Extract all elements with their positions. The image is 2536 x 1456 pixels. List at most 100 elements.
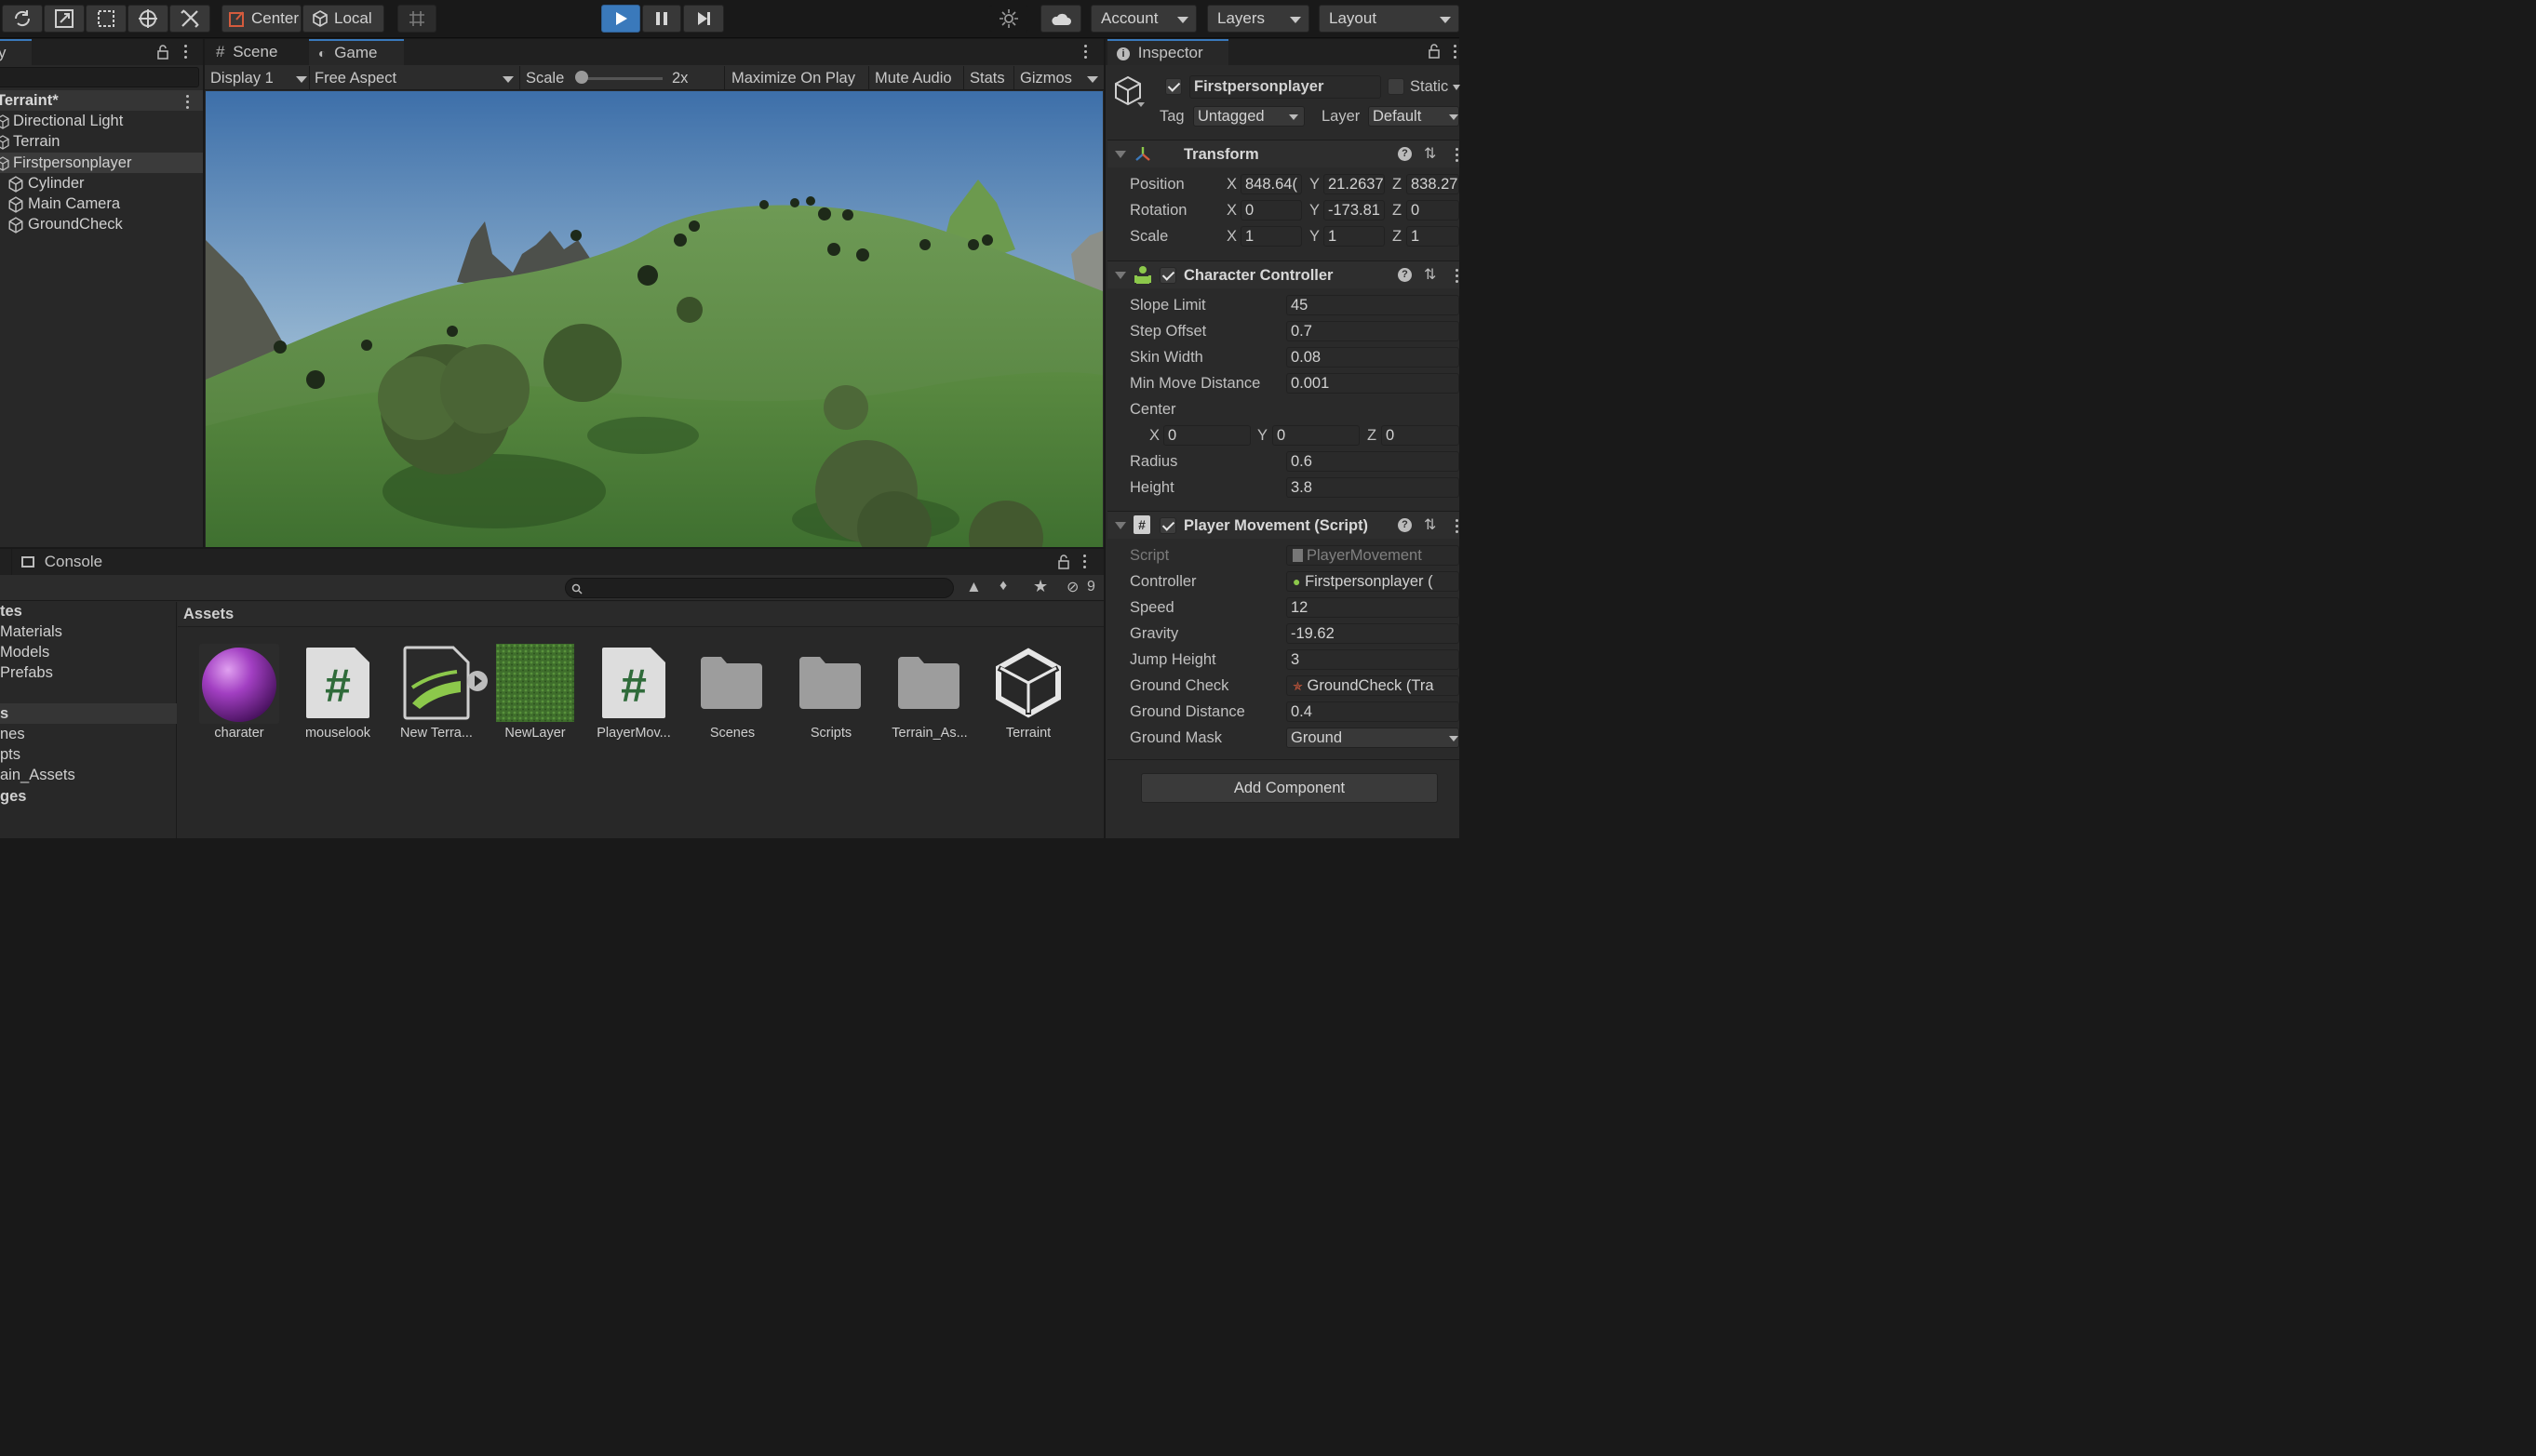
scale-slider-track[interactable] bbox=[577, 77, 663, 80]
character-controller-enabled-checkbox[interactable] bbox=[1160, 267, 1176, 284]
hierarchy-item-firstpersonplayer[interactable]: Firstpersonplayer bbox=[0, 153, 203, 173]
tab-inspector[interactable]: i Inspector bbox=[1107, 39, 1228, 65]
folder-tree-item[interactable]: tes bbox=[0, 601, 22, 621]
transform-tool-button[interactable] bbox=[127, 5, 168, 33]
rotation-y-field[interactable]: -173.81 bbox=[1323, 200, 1385, 220]
scale-z-field[interactable]: 1 bbox=[1406, 226, 1459, 247]
maximize-on-play-toggle[interactable]: Maximize On Play bbox=[731, 66, 855, 90]
pause-button[interactable] bbox=[642, 5, 681, 33]
add-component-button[interactable]: Add Component bbox=[1141, 773, 1438, 803]
radius-field[interactable]: 0.6 bbox=[1286, 451, 1459, 472]
tab-console[interactable]: Console bbox=[11, 549, 114, 575]
min-move-distance-field[interactable]: 0.001 bbox=[1286, 373, 1459, 394]
lighting-button[interactable] bbox=[989, 5, 1028, 33]
hierarchy-item-main-camera[interactable]: Main Camera bbox=[7, 194, 120, 214]
display-dropdown[interactable]: Display 1 bbox=[210, 66, 307, 90]
pivot-center-toggle[interactable]: Center bbox=[221, 5, 302, 33]
project-search-input[interactable] bbox=[565, 578, 954, 598]
stats-toggle[interactable]: Stats bbox=[970, 66, 1005, 90]
scene-menu-icon[interactable] bbox=[186, 95, 190, 112]
hierarchy-menu-icon[interactable] bbox=[184, 45, 188, 61]
hierarchy-item-directional-light[interactable]: Directional Light bbox=[0, 111, 123, 131]
grid-snap-button[interactable] bbox=[397, 5, 436, 33]
slope-limit-field[interactable]: 45 bbox=[1286, 295, 1459, 315]
fold-arrow-icon[interactable] bbox=[1115, 522, 1126, 529]
panel-menu-icon[interactable] bbox=[1083, 554, 1087, 571]
active-checkbox[interactable] bbox=[1165, 78, 1182, 95]
pivot-space-toggle[interactable]: Local bbox=[302, 5, 384, 33]
favorites-star-icon[interactable]: ★ bbox=[1033, 577, 1048, 596]
scale-y-field[interactable]: 1 bbox=[1323, 226, 1385, 247]
layout-dropdown[interactable]: Layout bbox=[1319, 5, 1459, 33]
component-menu-icon[interactable] bbox=[1456, 148, 1459, 165]
game-viewport[interactable] bbox=[206, 91, 1103, 547]
tab-hierarchy[interactable]: y bbox=[0, 39, 32, 65]
help-icon[interactable]: ? bbox=[1398, 518, 1412, 532]
account-dropdown[interactable]: Account bbox=[1091, 5, 1197, 33]
skin-width-field[interactable]: 0.08 bbox=[1286, 347, 1459, 367]
hierarchy-item-cylinder[interactable]: Cylinder bbox=[7, 173, 85, 194]
rotation-x-field[interactable]: 0 bbox=[1241, 200, 1302, 220]
player-movement-header[interactable]: # Player Movement (Script) ? ⇅ bbox=[1107, 511, 1459, 539]
character-controller-header[interactable]: Character Controller ? ⇅ bbox=[1107, 260, 1459, 288]
scale-x-field[interactable]: 1 bbox=[1241, 226, 1302, 247]
gizmos-dropdown[interactable]: Gizmos bbox=[1020, 66, 1098, 90]
filter-by-label-icon[interactable]: ♦ bbox=[1000, 578, 1007, 594]
step-offset-field[interactable]: 0.7 bbox=[1286, 321, 1459, 341]
inspector-menu-icon[interactable] bbox=[1454, 45, 1457, 61]
folder-tree-item-selected[interactable]: s bbox=[0, 703, 177, 724]
splitter-vertical[interactable] bbox=[203, 39, 205, 549]
breadcrumb-assets[interactable]: Assets bbox=[183, 606, 234, 623]
help-icon[interactable]: ? bbox=[1398, 147, 1412, 161]
rotation-z-field[interactable]: 0 bbox=[1406, 200, 1459, 220]
hierarchy-item-terrain[interactable]: Terrain bbox=[0, 131, 60, 152]
layers-dropdown[interactable]: Layers bbox=[1207, 5, 1309, 33]
ground-distance-field[interactable]: 0.4 bbox=[1286, 701, 1459, 722]
splitter-vertical[interactable] bbox=[1104, 39, 1106, 838]
position-z-field[interactable]: 838.27 bbox=[1406, 174, 1459, 194]
filter-by-type-icon[interactable]: ▲ bbox=[966, 578, 982, 596]
ground-mask-dropdown[interactable]: Ground bbox=[1286, 728, 1459, 748]
transform-header[interactable]: Transform ? ⇅ bbox=[1107, 140, 1459, 167]
center-y-field[interactable]: 0 bbox=[1272, 425, 1360, 446]
hierarchy-item-groundcheck[interactable]: GroundCheck bbox=[7, 214, 123, 234]
scale-tool-button[interactable] bbox=[44, 5, 85, 33]
chevron-down-icon[interactable] bbox=[1453, 85, 1460, 90]
fold-arrow-icon[interactable] bbox=[1115, 272, 1126, 279]
scale-slider-thumb[interactable] bbox=[575, 71, 588, 84]
ground-check-object-field[interactable]: ✯ GroundCheck (Tra bbox=[1286, 675, 1459, 696]
folder-tree-item[interactable]: ain_Assets bbox=[0, 765, 75, 785]
position-x-field[interactable]: 848.64( bbox=[1241, 174, 1302, 194]
rotate-tool-button[interactable] bbox=[2, 5, 43, 33]
player-movement-enabled-checkbox[interactable] bbox=[1160, 517, 1176, 534]
folder-tree-item[interactable]: Prefabs bbox=[0, 662, 53, 683]
center-x-field[interactable]: 0 bbox=[1163, 425, 1251, 446]
speed-field[interactable]: 12 bbox=[1286, 597, 1459, 618]
object-name-field[interactable]: Firstpersonplayer bbox=[1189, 75, 1381, 99]
folder-tree-item[interactable]: Materials bbox=[0, 621, 62, 642]
rect-tool-button[interactable] bbox=[86, 5, 127, 33]
splitter-horizontal[interactable] bbox=[0, 547, 1104, 549]
preset-icon[interactable]: ⇅ bbox=[1424, 515, 1436, 534]
lock-icon[interactable] bbox=[1428, 44, 1441, 59]
gravity-field[interactable]: -19.62 bbox=[1286, 623, 1459, 644]
view-menu-icon[interactable] bbox=[1084, 45, 1088, 61]
preset-icon[interactable]: ⇅ bbox=[1424, 265, 1436, 284]
aspect-dropdown[interactable]: Free Aspect bbox=[315, 66, 514, 90]
jump-height-field[interactable]: 3 bbox=[1286, 649, 1459, 670]
folder-tree-item[interactable]: Models bbox=[0, 642, 49, 662]
center-z-field[interactable]: 0 bbox=[1381, 425, 1459, 446]
mute-audio-toggle[interactable]: Mute Audio bbox=[875, 66, 952, 90]
hidden-packages-icon[interactable]: ⊘ bbox=[1067, 578, 1079, 596]
hierarchy-search-input[interactable] bbox=[0, 67, 199, 87]
layer-dropdown[interactable]: Default bbox=[1368, 106, 1459, 127]
fold-arrow-icon[interactable] bbox=[1115, 151, 1126, 158]
tag-dropdown[interactable]: Untagged bbox=[1193, 106, 1305, 127]
static-checkbox[interactable] bbox=[1388, 78, 1404, 95]
component-menu-icon[interactable] bbox=[1456, 519, 1459, 536]
lock-icon[interactable] bbox=[156, 45, 169, 60]
position-y-field[interactable]: 21.2637 bbox=[1323, 174, 1385, 194]
height-field[interactable]: 3.8 bbox=[1286, 477, 1459, 498]
folder-tree-item[interactable]: nes bbox=[0, 724, 25, 744]
play-button[interactable] bbox=[601, 5, 640, 33]
